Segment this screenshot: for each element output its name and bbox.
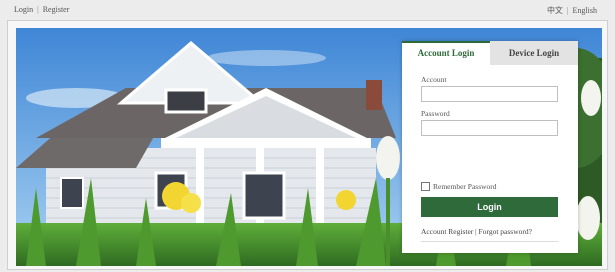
tab-device-login[interactable]: Device Login xyxy=(490,41,578,65)
top-login-link[interactable]: Login xyxy=(14,5,33,14)
login-panel: Account Login Device Login Account Passw… xyxy=(402,41,578,253)
account-links: Account Register | Forgot password? xyxy=(421,227,532,236)
remember-label: Remember Password xyxy=(433,182,497,191)
top-auth-links: Login | Register xyxy=(14,5,69,14)
lang-chinese-link[interactable]: 中文 xyxy=(547,6,563,15)
tab-account-login[interactable]: Account Login xyxy=(402,41,490,65)
forgot-password-link[interactable]: Forgot password? xyxy=(479,227,532,236)
lang-separator: | xyxy=(566,6,569,15)
lang-english-link[interactable]: English xyxy=(573,6,597,15)
top-register-link[interactable]: Register xyxy=(43,5,70,14)
password-input[interactable] xyxy=(421,120,558,136)
links-separator: | xyxy=(475,227,477,236)
language-switch: 中文 | English xyxy=(547,5,597,16)
login-tabs: Account Login Device Login xyxy=(402,41,578,65)
remember-checkbox[interactable] xyxy=(421,182,430,191)
account-register-link[interactable]: Account Register xyxy=(421,227,473,236)
login-button[interactable]: Login xyxy=(421,197,558,217)
account-input[interactable] xyxy=(421,86,558,102)
password-label: Password xyxy=(421,109,450,118)
panel-divider xyxy=(421,241,558,242)
top-bar: Login | Register 中文 | English xyxy=(0,0,615,20)
top-separator: | xyxy=(37,5,39,14)
remember-password-option[interactable]: Remember Password xyxy=(421,182,497,191)
account-label: Account xyxy=(421,75,447,84)
